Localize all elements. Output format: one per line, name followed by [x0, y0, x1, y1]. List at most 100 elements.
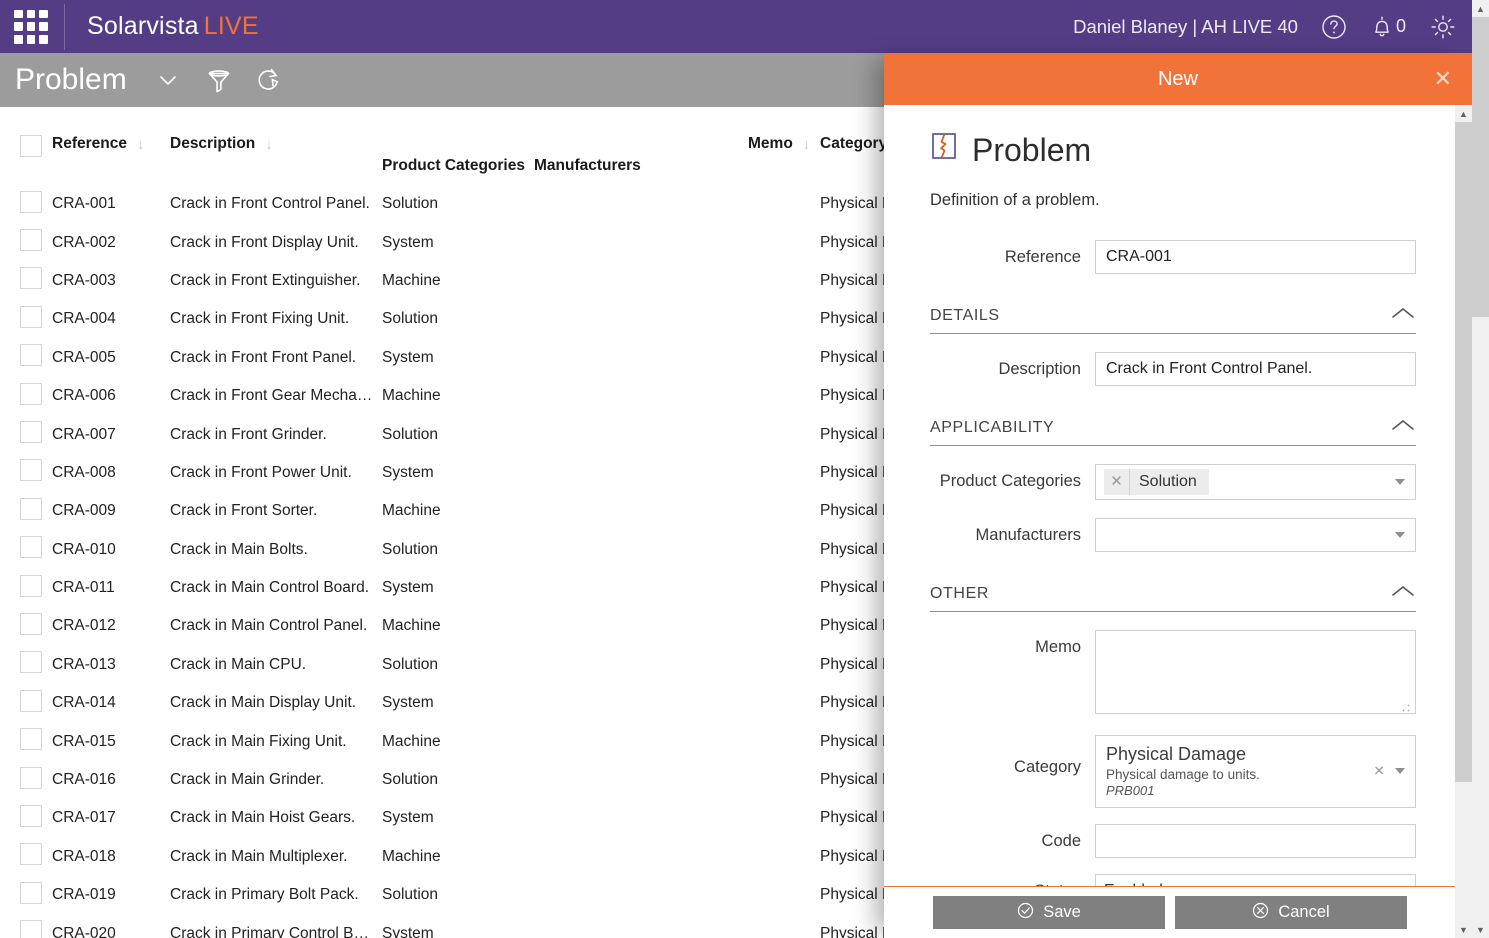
- app-grid-icon[interactable]: [14, 9, 48, 44]
- browser-scrollbar-thumb[interactable]: [1472, 17, 1489, 317]
- status-select[interactable]: Enabled: [1095, 873, 1416, 886]
- row-checkbox[interactable]: [20, 574, 42, 597]
- table-row[interactable]: CRA-001 Crack in Front Control Panel. Solu…: [0, 185, 884, 223]
- row-select-cell[interactable]: [0, 684, 52, 722]
- row-checkbox[interactable]: [20, 651, 42, 674]
- gear-icon[interactable]: [1428, 12, 1458, 42]
- row-select-cell[interactable]: [0, 646, 52, 684]
- row-select-cell[interactable]: [0, 377, 52, 415]
- close-icon[interactable]: ✕: [1104, 469, 1130, 495]
- row-checkbox[interactable]: [20, 190, 42, 213]
- table-row[interactable]: CRA-017 Crack in Main Hoist Gears. System P…: [0, 799, 884, 837]
- row-checkbox[interactable]: [20, 305, 42, 328]
- row-checkbox[interactable]: [20, 728, 42, 751]
- table-row[interactable]: CRA-020 Crack in Primary Control B… System…: [0, 914, 884, 938]
- row-checkbox[interactable]: [20, 421, 42, 444]
- scroll-down-icon[interactable]: ▼: [1455, 921, 1472, 938]
- row-checkbox[interactable]: [20, 881, 42, 904]
- row-select-cell[interactable]: [0, 339, 52, 377]
- table-row[interactable]: CRA-004 Crack in Front Fixing Unit. Soluti…: [0, 300, 884, 338]
- row-checkbox[interactable]: [20, 689, 42, 712]
- table-row[interactable]: CRA-016 Crack in Main Grinder. Solution Phy…: [0, 761, 884, 799]
- description-input[interactable]: [1095, 352, 1416, 386]
- memo-textarea[interactable]: [1095, 630, 1416, 714]
- section-header-details[interactable]: DETAILS: [930, 306, 1416, 334]
- row-select-cell[interactable]: [0, 799, 52, 837]
- cancel-button[interactable]: Cancel: [1175, 896, 1407, 929]
- code-input[interactable]: [1095, 823, 1416, 858]
- table-row[interactable]: CRA-009 Crack in Front Sorter. Machine Phys…: [0, 492, 884, 530]
- table-row[interactable]: CRA-010 Crack in Main Bolts. Solution Physi…: [0, 531, 884, 569]
- row-select-cell[interactable]: [0, 262, 52, 300]
- row-checkbox[interactable]: [20, 920, 42, 938]
- scroll-up-icon[interactable]: ▲: [1472, 0, 1489, 17]
- row-select-cell[interactable]: [0, 531, 52, 569]
- bell-icon[interactable]: 0: [1370, 14, 1406, 40]
- close-icon[interactable]: ✕: [1434, 68, 1452, 90]
- manufacturers-select[interactable]: [1095, 518, 1416, 552]
- problem-list-grid[interactable]: Reference ↓ Description ↓ Product Catego…: [0, 107, 884, 938]
- browser-scrollbar[interactable]: ▲ ▼: [1472, 0, 1489, 938]
- row-select-cell[interactable]: [0, 492, 52, 530]
- row-select-cell[interactable]: [0, 607, 52, 645]
- table-row[interactable]: CRA-011 Crack in Main Control Board. Syste…: [0, 569, 884, 607]
- row-checkbox[interactable]: [20, 382, 42, 405]
- scroll-up-icon[interactable]: ▲: [1455, 105, 1472, 122]
- row-checkbox[interactable]: [20, 766, 42, 789]
- table-row[interactable]: CRA-007 Crack in Front Grinder. Solution Ph…: [0, 415, 884, 453]
- help-circle-icon[interactable]: [1320, 13, 1348, 41]
- column-header-reference[interactable]: Reference ↓: [52, 107, 170, 185]
- panel-scrollbar[interactable]: ▲ ▼: [1455, 105, 1472, 938]
- column-header-category[interactable]: Category ↓: [820, 107, 884, 185]
- column-header-manufacturers[interactable]: Manufacturers: [534, 107, 748, 185]
- table-row[interactable]: CRA-014 Crack in Main Display Unit. System…: [0, 684, 884, 722]
- row-select-cell[interactable]: [0, 185, 52, 223]
- row-checkbox[interactable]: [20, 459, 42, 482]
- row-checkbox[interactable]: [20, 612, 42, 635]
- user-account-label[interactable]: Daniel Blaney | AH LIVE 40: [1073, 16, 1298, 38]
- row-select-cell[interactable]: [0, 415, 52, 453]
- save-button[interactable]: Save: [933, 896, 1165, 929]
- column-header-product-categories[interactable]: Product Categories: [382, 107, 534, 185]
- sort-arrow-icon[interactable]: ↓: [265, 137, 273, 152]
- section-header-other[interactable]: OTHER: [930, 584, 1416, 612]
- clear-x-icon[interactable]: ✕: [1373, 763, 1385, 780]
- funnel-filter-icon[interactable]: [205, 65, 233, 95]
- row-checkbox[interactable]: [20, 344, 42, 367]
- row-checkbox[interactable]: [20, 267, 42, 290]
- table-row[interactable]: CRA-005 Crack in Front Front Panel. System…: [0, 339, 884, 377]
- row-checkbox[interactable]: [20, 229, 42, 252]
- table-row[interactable]: CRA-003 Crack in Front Extinguisher. Machi…: [0, 262, 884, 300]
- sort-arrow-icon[interactable]: ↓: [803, 137, 811, 152]
- table-row[interactable]: CRA-018 Crack in Main Multiplexer. Machine…: [0, 838, 884, 876]
- row-select-cell[interactable]: [0, 223, 52, 261]
- row-checkbox[interactable]: [20, 497, 42, 520]
- row-checkbox[interactable]: [20, 843, 42, 866]
- row-select-cell[interactable]: [0, 300, 52, 338]
- row-select-cell[interactable]: [0, 722, 52, 760]
- row-select-cell[interactable]: [0, 761, 52, 799]
- table-row[interactable]: CRA-008 Crack in Front Power Unit. System P…: [0, 454, 884, 492]
- table-row[interactable]: CRA-019 Crack in Primary Bolt Pack. Soluti…: [0, 876, 884, 914]
- column-header-description[interactable]: Description ↓: [170, 107, 382, 185]
- chevron-down-icon[interactable]: [1395, 479, 1405, 485]
- scroll-down-icon[interactable]: ▼: [1472, 921, 1489, 938]
- row-select-cell[interactable]: [0, 454, 52, 492]
- chevron-down-icon[interactable]: [1395, 768, 1405, 775]
- chevron-up-icon[interactable]: [1390, 584, 1416, 603]
- chevron-down-icon[interactable]: [153, 65, 183, 95]
- sort-arrow-icon[interactable]: ↓: [137, 137, 145, 152]
- row-checkbox[interactable]: [20, 804, 42, 827]
- row-select-cell[interactable]: [0, 569, 52, 607]
- category-lookup[interactable]: Physical Damage Physical damage to units…: [1095, 735, 1416, 808]
- row-select-cell[interactable]: [0, 838, 52, 876]
- table-row[interactable]: CRA-013 Crack in Main CPU. Solution Physica…: [0, 646, 884, 684]
- table-row[interactable]: CRA-015 Crack in Main Fixing Unit. Machine…: [0, 722, 884, 760]
- table-row[interactable]: CRA-006 Crack in Front Gear Mecha… Machine…: [0, 377, 884, 415]
- row-checkbox[interactable]: [20, 536, 42, 559]
- select-all-checkbox[interactable]: [20, 135, 42, 157]
- column-header-memo[interactable]: Memo ↓: [748, 107, 820, 185]
- row-select-cell[interactable]: [0, 876, 52, 914]
- row-select-cell[interactable]: [0, 914, 52, 938]
- chevron-up-icon[interactable]: [1390, 306, 1416, 325]
